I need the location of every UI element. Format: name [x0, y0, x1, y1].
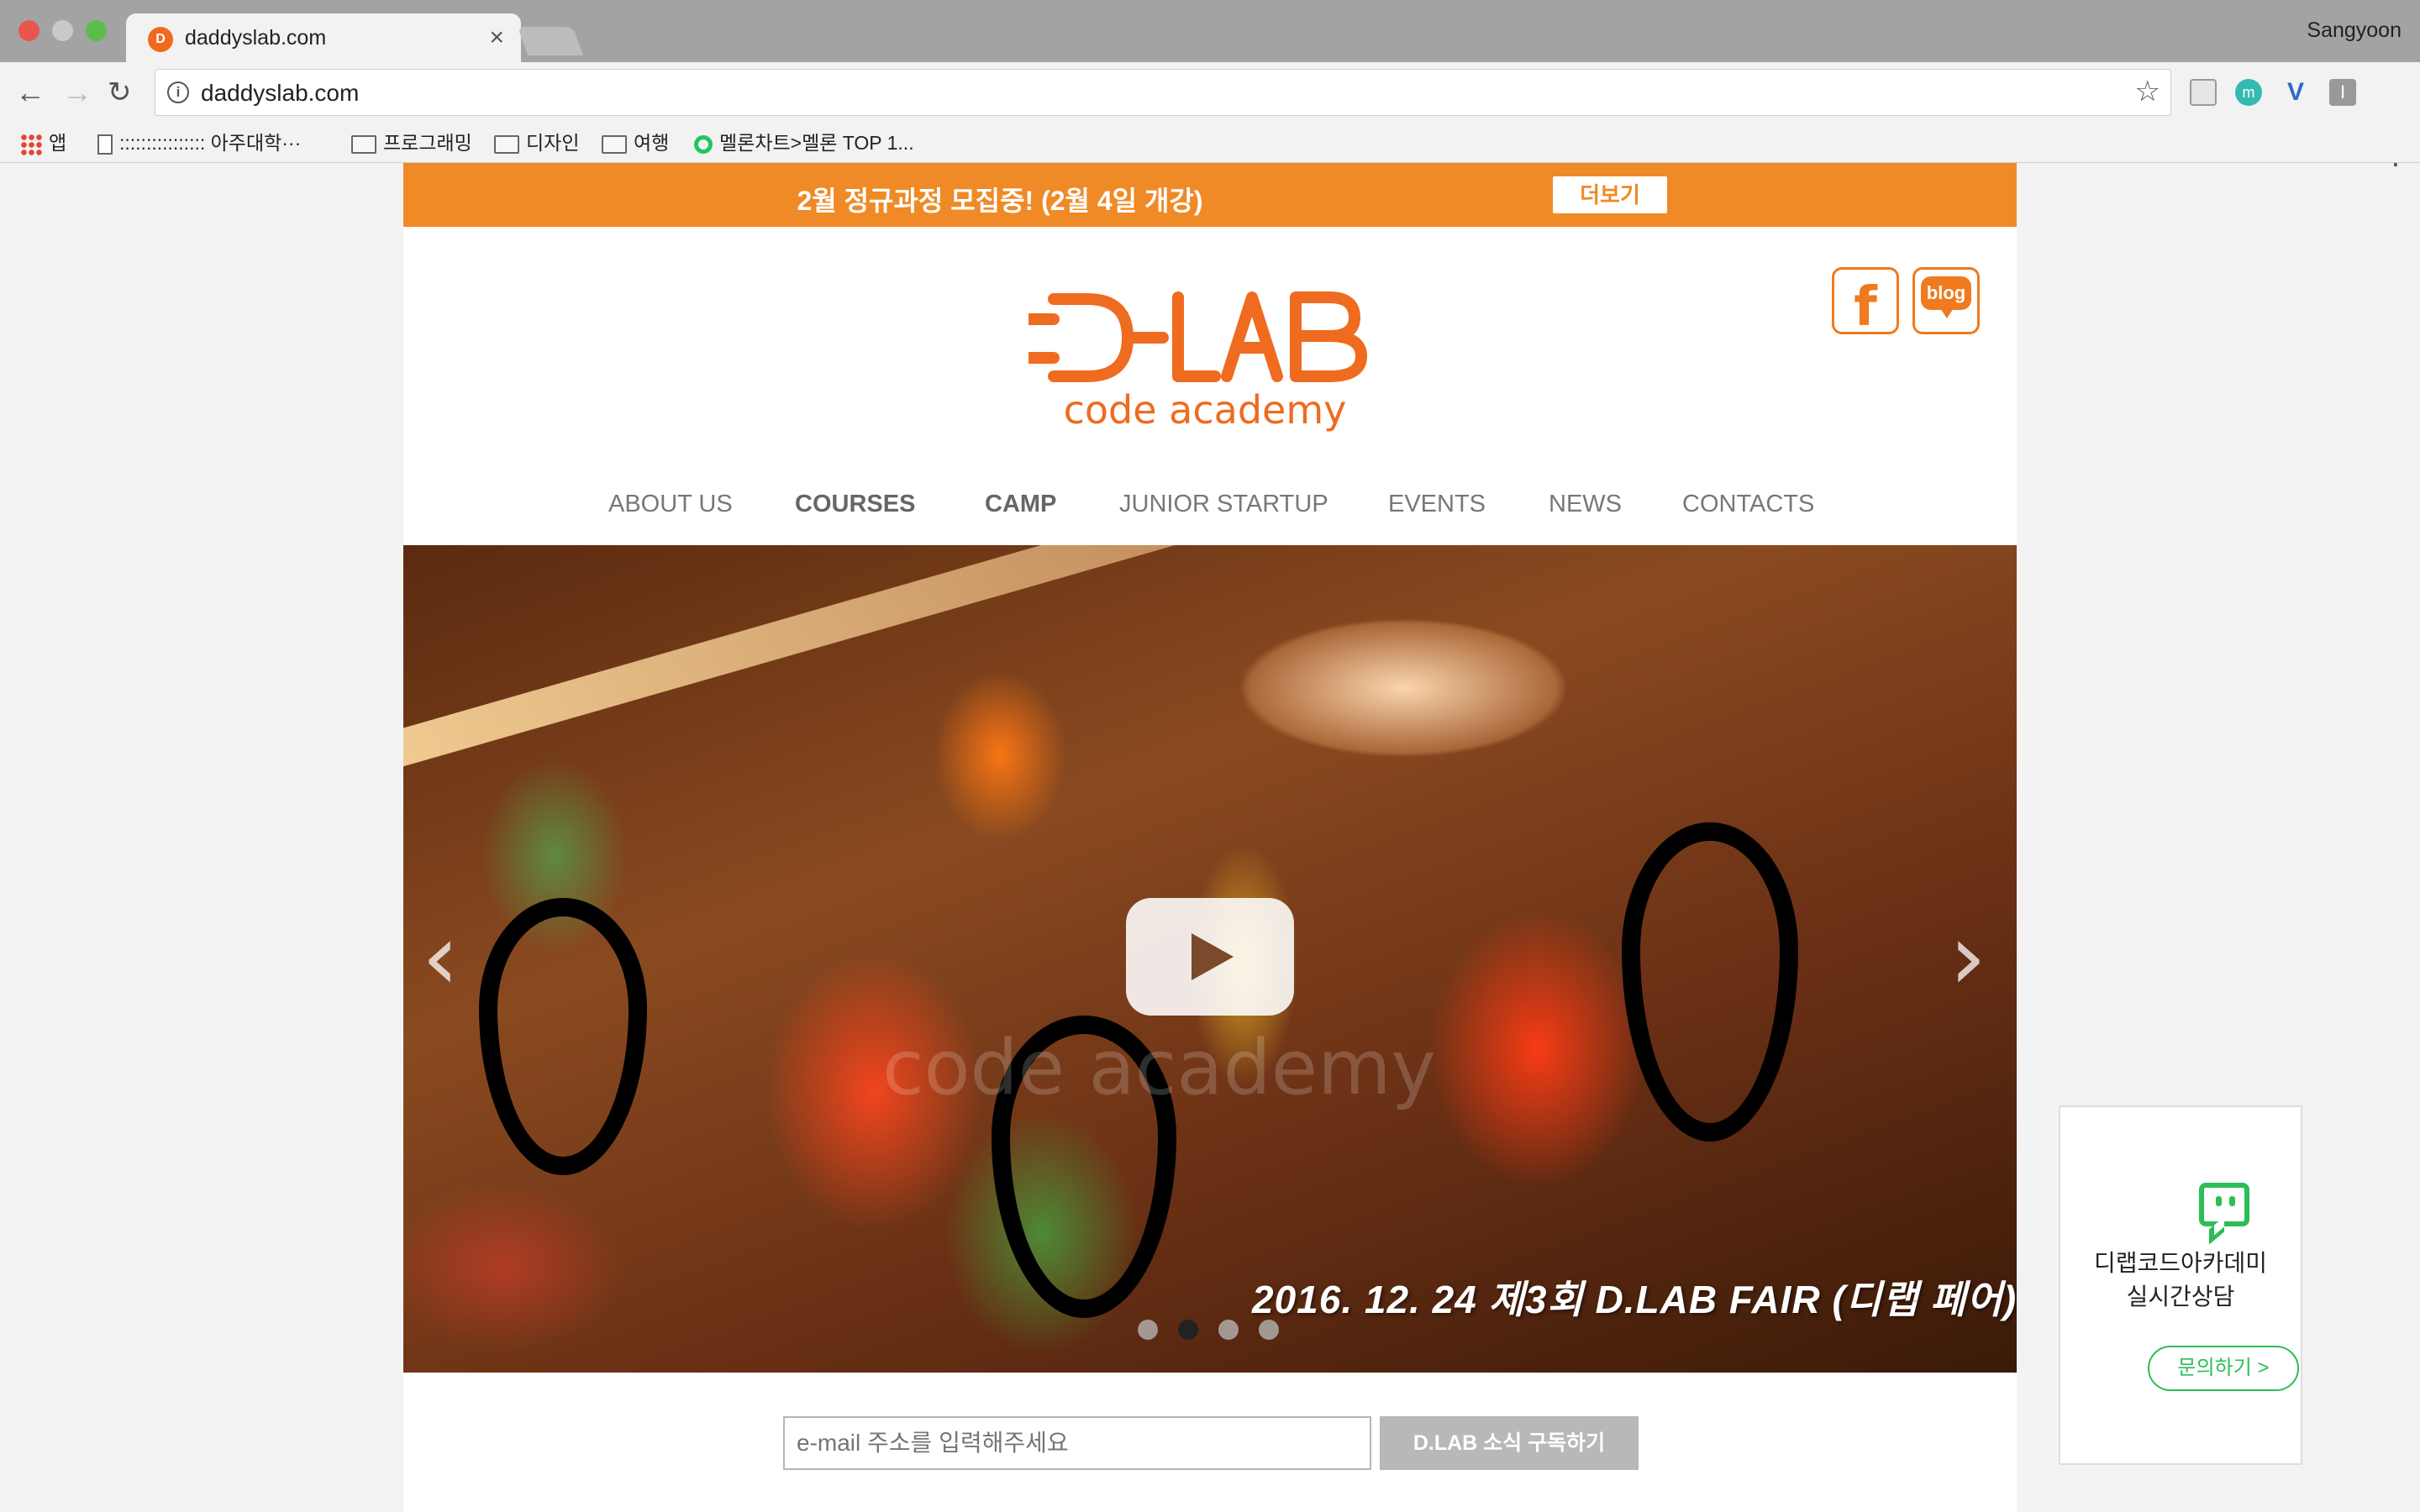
live-chat-widget: 디랩코드아카데미 실시간상담 문의하기 >: [2059, 1105, 2302, 1465]
window-maximize-button[interactable]: [86, 20, 107, 41]
slider-dot[interactable]: [1138, 1320, 1158, 1340]
forward-arrow-icon[interactable]: →: [62, 77, 92, 108]
nav-camp[interactable]: CAMP: [985, 491, 1056, 518]
profile-name[interactable]: Sangyoon: [2307, 18, 2402, 43]
folder-icon: [494, 134, 519, 154]
chat-bubble-icon: [2199, 1183, 2249, 1245]
chat-inquiry-button[interactable]: 문의하기 >: [2148, 1346, 2299, 1391]
bookmark-folder-travel[interactable]: 여행: [602, 128, 669, 158]
bookmark-folder-programming[interactable]: 프로그래밍: [351, 128, 472, 158]
bookmark-apps[interactable]: 앱: [20, 128, 66, 158]
slider-next-icon[interactable]: ›: [1949, 911, 1986, 1003]
page-container: 2월 정규과정 모집중! (2월 4일 개강) 더보기 code academy…: [403, 163, 2017, 1512]
announcement-more-button[interactable]: 더보기: [1553, 176, 1667, 213]
newsletter-form: D.LAB 소식 구독하기: [783, 1416, 1639, 1472]
folder-icon: [351, 134, 376, 154]
slider-dots: [1138, 1320, 1299, 1341]
slider-dot[interactable]: [1178, 1320, 1198, 1340]
window-close-button[interactable]: [18, 20, 39, 41]
nav-events[interactable]: EVENTS: [1388, 491, 1486, 518]
new-tab-button[interactable]: [517, 27, 584, 55]
balloon-loop: [479, 898, 647, 1175]
nav-news[interactable]: NEWS: [1549, 491, 1622, 518]
hero-video-slider[interactable]: code academy ‹ › 2016. 12. 24 제3회 D.LAB …: [403, 545, 2017, 1373]
video-play-button[interactable]: [1126, 898, 1294, 1016]
chat-title: 디랩코드아카데미 실시간상담: [2093, 1250, 2268, 1310]
extension-i-icon[interactable]: I: [2329, 79, 2356, 106]
bookmark-melon[interactable]: 멜론차트>멜론 TOP 1...: [694, 128, 914, 158]
page-icon: [97, 134, 113, 155]
hero-beam: [403, 545, 1344, 775]
slider-dot[interactable]: [1259, 1320, 1279, 1340]
balloon-loop: [1622, 822, 1798, 1142]
bookmark-star-icon[interactable]: ☆: [2135, 75, 2160, 108]
subscribe-button[interactable]: D.LAB 소식 구독하기: [1380, 1416, 1639, 1470]
announcement-bar: 2월 정규과정 모집중! (2월 4일 개강) 더보기: [403, 163, 2017, 227]
announcement-text: 2월 정규과정 모집중! (2월 4일 개강): [797, 186, 1203, 216]
blog-icon: blog: [1921, 276, 1971, 310]
tab-title: daddyslab.com: [185, 26, 327, 50]
bookmarks-bar: 앱 :::::::::::::::: 아주대학··· 프로그래밍 디자인 여행 …: [0, 123, 2420, 163]
email-input[interactable]: [783, 1416, 1371, 1470]
logo-tagline: code academy: [1064, 387, 1347, 433]
address-bar-url[interactable]: daddyslab.com: [201, 80, 359, 107]
apps-grid-icon: [20, 133, 42, 155]
facebook-link[interactable]: f: [1832, 267, 1899, 339]
main-nav: ABOUT US COURSES CAMP JUNIOR STARTUP EVE…: [403, 491, 2017, 528]
address-bar[interactable]: i daddyslab.com ☆: [155, 69, 2171, 116]
bookmark-folder-design[interactable]: 디자인: [494, 128, 579, 158]
extension-m-icon[interactable]: m: [2235, 79, 2262, 106]
extension-v-icon[interactable]: V: [2282, 79, 2309, 106]
melon-icon: [694, 134, 713, 154]
browser-tab-active[interactable]: D daddyslab.com ×: [126, 13, 521, 64]
nav-junior-startup[interactable]: JUNIOR STARTUP: [1119, 491, 1328, 518]
back-arrow-icon[interactable]: ←: [15, 77, 45, 108]
facebook-icon: f: [1854, 276, 1877, 339]
nav-courses[interactable]: COURSES: [795, 491, 915, 518]
nav-contacts[interactable]: CONTACTS: [1682, 491, 1814, 518]
window-minimize-button[interactable]: [52, 20, 73, 41]
dlab-logo[interactable]: code academy: [1028, 289, 1381, 440]
play-icon: [1192, 933, 1234, 980]
folder-icon: [602, 134, 627, 154]
reload-icon[interactable]: ↻: [108, 77, 132, 108]
hero-watermark: code academy: [882, 1024, 1436, 1112]
extension-cast-icon[interactable]: [2190, 79, 2217, 106]
browser-titlebar: D daddyslab.com × Sangyoon: [0, 0, 2420, 64]
nav-about-us[interactable]: ABOUT US: [608, 491, 733, 518]
blog-link[interactable]: blog: [1912, 267, 1980, 334]
site-info-icon[interactable]: i: [167, 81, 189, 103]
tab-close-icon[interactable]: ×: [489, 24, 504, 52]
hero-caption: 2016. 12. 24 제3회 D.LAB FAIR (디랩 페어): [1252, 1278, 2017, 1321]
browser-toolbar: ← → ↻ i daddyslab.com ☆ ⋮: [0, 62, 2420, 171]
slider-prev-icon[interactable]: ‹: [422, 911, 459, 1003]
bookmark-ajou[interactable]: :::::::::::::::: 아주대학···: [97, 128, 301, 158]
site-favicon-icon: D: [148, 27, 173, 52]
slider-dot[interactable]: [1218, 1320, 1239, 1340]
